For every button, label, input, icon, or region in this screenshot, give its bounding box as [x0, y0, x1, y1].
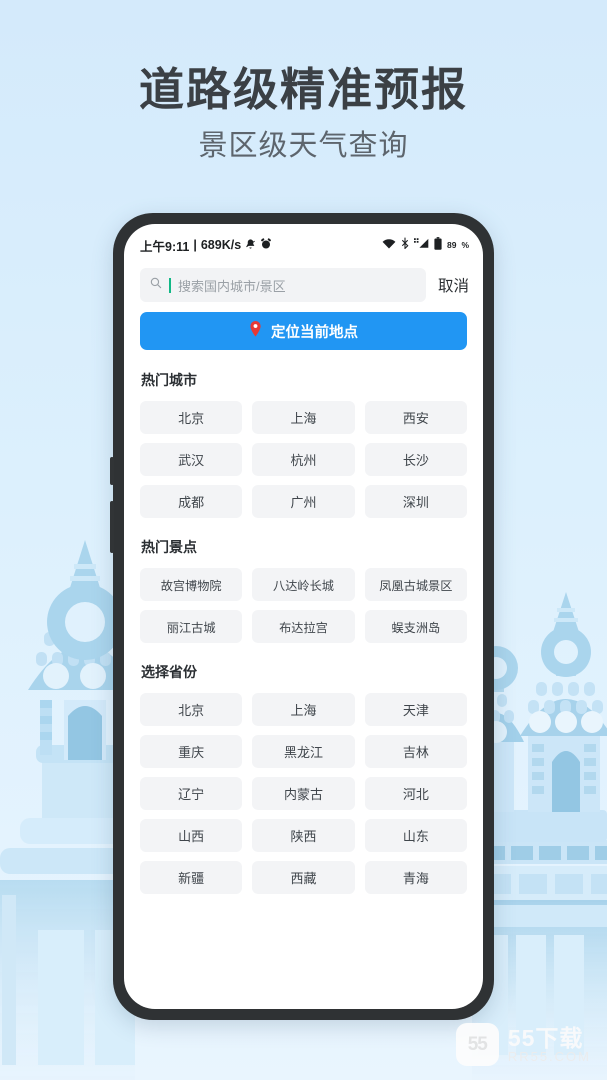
hero-section: 道路级精准预报 景区级天气查询 — [0, 0, 607, 164]
chip-attraction[interactable]: 蜈支洲岛 — [364, 610, 467, 643]
page-title: 道路级精准预报 — [138, 64, 468, 115]
chip-province[interactable]: 陕西 — [252, 819, 355, 852]
phone-volume-button[interactable] — [110, 457, 114, 485]
chip-province[interactable]: 山西 — [140, 819, 243, 852]
search-icon — [150, 277, 162, 293]
status-bar: 上午9:11 | 689K/s 89 % — [124, 224, 483, 260]
status-separator: | — [193, 238, 197, 252]
locate-button-label: 定位当前地点 — [271, 324, 358, 341]
chip-province[interactable]: 青海 — [364, 861, 467, 894]
watermark-url: RR55.COM — [507, 1048, 591, 1064]
map-pin-icon — [249, 321, 262, 341]
search-row: 搜索国内城市/景区 取消 — [124, 260, 483, 312]
chip-grid-hot-cities: 北京 上海 西安 武汉 杭州 长沙 成都 广州 深圳 — [140, 401, 467, 518]
chip-attraction[interactable]: 故宫博物院 — [140, 568, 243, 601]
chip-province[interactable]: 天津 — [364, 693, 467, 726]
chip-province[interactable]: 上海 — [252, 693, 355, 726]
chip-city[interactable]: 上海 — [252, 401, 355, 434]
chip-province[interactable]: 吉林 — [364, 735, 467, 768]
watermark: 55 55下载 RR55.COM — [455, 1023, 591, 1066]
chip-grid-provinces: 北京 上海 天津 重庆 黑龙江 吉林 辽宁 内蒙古 河北 山西 陕西 山东 新疆… — [140, 693, 467, 894]
chip-province[interactable]: 山东 — [364, 819, 467, 852]
section-hot-cities: 热门城市 北京 上海 西安 武汉 杭州 长沙 成都 广州 深圳 — [140, 370, 467, 518]
cellular-signal-icon — [413, 237, 429, 253]
section-provinces: 选择省份 北京 上海 天津 重庆 黑龙江 吉林 辽宁 内蒙古 河北 山西 陕西 … — [140, 662, 467, 894]
phone-screen: 上午9:11 | 689K/s 89 % 搜索国内城市/景区 取消 定位当前地点… — [124, 224, 483, 1009]
watermark-logo-text: 55 — [467, 1033, 488, 1055]
chip-city[interactable]: 深圳 — [364, 485, 467, 518]
section-title-provinces: 选择省份 — [141, 664, 197, 680]
bluetooth-icon — [401, 237, 409, 253]
watermark-title: 55下载 — [507, 1024, 584, 1051]
chip-city[interactable]: 广州 — [252, 485, 355, 518]
chip-attraction[interactable]: 布达拉宫 — [252, 610, 355, 643]
chip-city[interactable]: 北京 — [140, 401, 243, 434]
status-time: 上午9:11 — [140, 239, 190, 254]
battery-icon — [434, 236, 442, 254]
phone-mockup: 上午9:11 | 689K/s 89 % 搜索国内城市/景区 取消 定位当前地点… — [110, 213, 494, 1020]
chip-attraction[interactable]: 丽江古城 — [140, 610, 243, 643]
battery-percent-unit: % — [461, 240, 469, 250]
chip-province[interactable]: 河北 — [364, 777, 467, 810]
search-placeholder: 搜索国内城市/景区 — [178, 278, 286, 294]
text-cursor — [169, 277, 171, 293]
chip-province[interactable]: 黑龙江 — [252, 735, 355, 768]
chip-province[interactable]: 重庆 — [140, 735, 243, 768]
alarm-clock-icon — [260, 238, 272, 253]
chip-grid-hot-attractions: 故宫博物院 八达岭长城 凤凰古城景区 丽江古城 布达拉宫 蜈支洲岛 — [140, 568, 467, 643]
section-title-hot-cities: 热门城市 — [141, 372, 197, 388]
search-input[interactable]: 搜索国内城市/景区 — [140, 268, 426, 302]
status-bar-left: 上午9:11 | 689K/s — [140, 236, 272, 255]
chip-province[interactable]: 辽宁 — [140, 777, 243, 810]
chip-city[interactable]: 武汉 — [140, 443, 243, 476]
wifi-icon — [382, 237, 396, 253]
locate-button-wrapper: 定位当前地点 — [124, 312, 483, 364]
chip-province[interactable]: 北京 — [140, 693, 243, 726]
chip-province[interactable]: 西藏 — [252, 861, 355, 894]
chip-city[interactable]: 成都 — [140, 485, 243, 518]
locate-current-position-button[interactable]: 定位当前地点 — [140, 312, 467, 350]
content-scroll-area[interactable]: 热门城市 北京 上海 西安 武汉 杭州 长沙 成都 广州 深圳 热门景点 故宫博… — [124, 370, 483, 894]
battery-percent: 89 — [446, 240, 457, 250]
chip-city[interactable]: 杭州 — [252, 443, 355, 476]
phone-power-button[interactable] — [110, 501, 114, 553]
status-bar-right: 89 % — [382, 236, 469, 254]
watermark-logo-icon: 55 — [455, 1023, 499, 1066]
chip-city[interactable]: 长沙 — [364, 443, 467, 476]
chip-province[interactable]: 新疆 — [140, 861, 243, 894]
chip-attraction[interactable]: 八达岭长城 — [252, 568, 355, 601]
watermark-text: 55下载 RR55.COM — [507, 1024, 591, 1064]
chip-city[interactable]: 西安 — [364, 401, 467, 434]
chip-province[interactable]: 内蒙古 — [252, 777, 355, 810]
mute-bell-icon — [245, 238, 256, 253]
chip-attraction[interactable]: 凤凰古城景区 — [364, 568, 467, 601]
cancel-button[interactable]: 取消 — [438, 274, 469, 296]
page-subtitle: 景区级天气查询 — [198, 130, 409, 162]
status-network-speed: 689K/s — [200, 238, 242, 252]
section-title-hot-attractions: 热门景点 — [141, 539, 197, 555]
section-hot-attractions: 热门景点 故宫博物院 八达岭长城 凤凰古城景区 丽江古城 布达拉宫 蜈支洲岛 — [140, 537, 467, 643]
